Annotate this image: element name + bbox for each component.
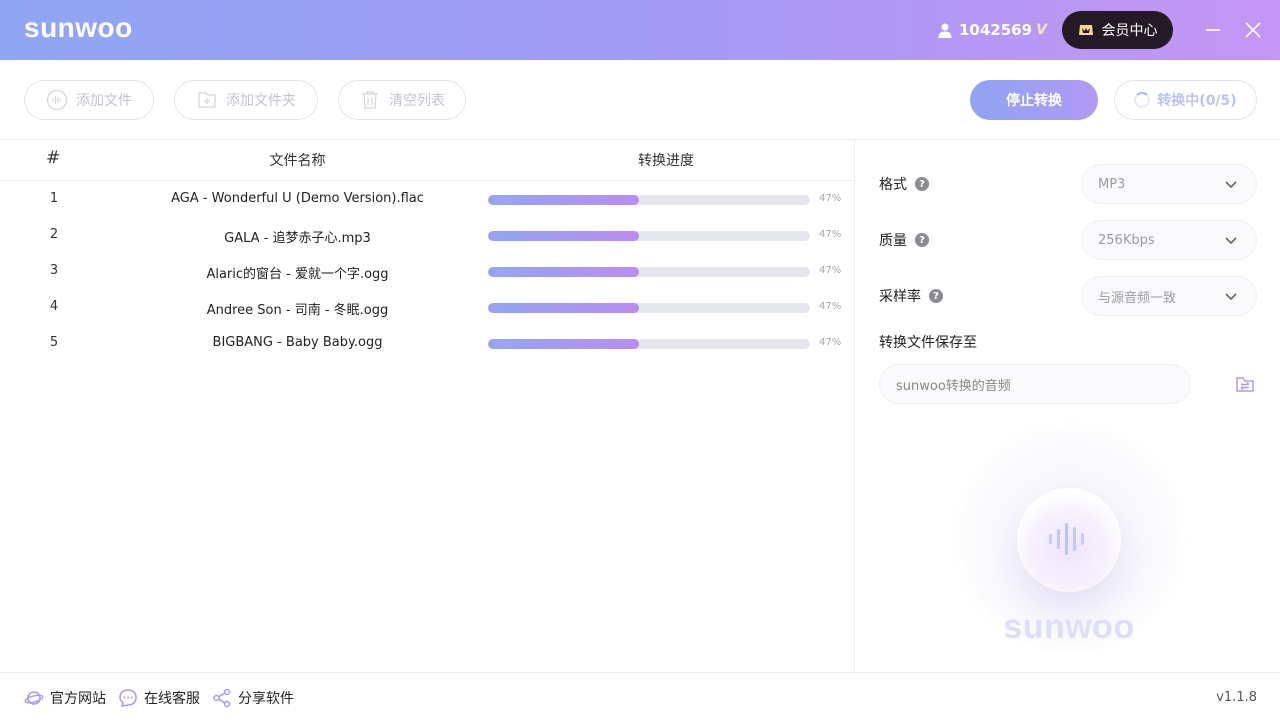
user-id: 1042569	[959, 21, 1033, 39]
progress-fill	[488, 195, 640, 205]
crown-icon	[1078, 25, 1093, 35]
table-row[interactable]: 2 GALA - 追梦赤子心.mp3 47%	[0, 217, 854, 253]
close-button[interactable]	[1241, 18, 1265, 42]
progress-bar	[488, 267, 810, 277]
column-header-index: #	[46, 148, 61, 168]
chevron-down-icon	[1225, 293, 1237, 301]
convert-status-label: 转换中(0/5)	[1157, 93, 1237, 109]
table-row[interactable]: 4 Andree Son - 司南 - 冬眠.ogg 47%	[0, 289, 854, 325]
progress-fill	[488, 339, 640, 349]
help-icon[interactable]: ?	[915, 233, 929, 247]
add-file-button[interactable]: 添加文件	[24, 80, 154, 120]
minimize-button[interactable]	[1201, 18, 1225, 42]
progress-bar	[488, 303, 810, 313]
add-file-label: 添加文件	[76, 93, 132, 109]
close-icon	[1245, 22, 1261, 38]
progress-bar	[488, 195, 810, 205]
save-path-value: sunwoo转换的音频	[896, 378, 1011, 394]
add-folder-icon	[198, 92, 216, 108]
progress-percent: 47%	[819, 301, 842, 312]
convert-status-button[interactable]: 转换中(0/5)	[1114, 80, 1257, 120]
file-name: Andree Son - 司南 - 冬眠.ogg	[206, 303, 389, 318]
help-icon[interactable]: ?	[929, 289, 943, 303]
chevron-down-icon	[1225, 237, 1237, 245]
samplerate-select[interactable]: 与源音频一致	[1081, 276, 1257, 316]
add-file-icon	[46, 89, 68, 111]
quality-value: 256Kbps	[1098, 232, 1155, 248]
progress-percent: 47%	[819, 265, 842, 276]
share-link[interactable]: 分享软件	[212, 688, 294, 708]
help-icon[interactable]: ?	[915, 177, 929, 191]
version-label: v1.1.8	[1216, 690, 1257, 705]
app-logo: sunwoo	[24, 12, 133, 43]
save-to-label: 转换文件保存至	[879, 335, 977, 351]
online-service-label: 在线客服	[144, 691, 200, 707]
user-info[interactable]: 1042569 V	[938, 20, 1047, 40]
sound-wave-icon	[1049, 523, 1084, 555]
share-label: 分享软件	[238, 691, 294, 707]
samplerate-label: 采样率 ?	[879, 286, 943, 306]
stop-convert-button[interactable]: 停止转换	[970, 80, 1098, 120]
row-index: 2	[49, 227, 59, 242]
user-icon	[938, 23, 952, 38]
column-header-progress: 转换进度	[638, 153, 694, 169]
toolbar-divider	[0, 139, 1280, 140]
change-folder-icon[interactable]	[1233, 372, 1257, 396]
panel-divider	[854, 140, 855, 672]
samplerate-label-text: 采样率	[879, 289, 921, 305]
save-path-field[interactable]: sunwoo转换的音频	[879, 364, 1191, 404]
quality-label: 质量 ?	[879, 230, 929, 250]
share-icon	[213, 688, 231, 708]
table-row[interactable]: 3 Alaric的窗台 - 爱就一个字.ogg 47%	[0, 253, 854, 289]
row-index: 1	[49, 191, 59, 206]
spinner-icon	[1134, 92, 1151, 108]
progress-bar	[488, 339, 810, 349]
add-folder-label: 添加文件夹	[226, 93, 296, 109]
file-name: GALA - 追梦赤子心.mp3	[224, 231, 371, 246]
progress-fill	[488, 303, 640, 313]
chat-icon	[119, 689, 137, 707]
table-row[interactable]: 5 BIGBANG - Baby Baby.ogg 47%	[0, 325, 854, 361]
online-service-link[interactable]: 在线客服	[118, 688, 200, 708]
add-folder-button[interactable]: 添加文件夹	[174, 80, 318, 120]
format-label: 格式 ?	[879, 174, 929, 194]
progress-fill	[488, 231, 640, 241]
progress-bar	[488, 231, 810, 241]
vip-mark: V	[1036, 22, 1047, 38]
planet-icon	[24, 691, 44, 705]
vip-center-button[interactable]: 会员中心	[1062, 11, 1173, 49]
format-value: MP3	[1098, 176, 1126, 192]
decoration-logo: sunwoo	[1003, 608, 1135, 646]
column-header-name: 文件名称	[269, 153, 326, 169]
vip-center-label: 会员中心	[1101, 23, 1158, 39]
file-name: BIGBANG - Baby Baby.ogg	[212, 335, 383, 350]
title-bar: sunwoo 1042569 V 会员中心	[0, 0, 1280, 60]
clear-list-label: 清空列表	[389, 93, 445, 109]
samplerate-value: 与源音频一致	[1098, 290, 1177, 306]
format-label-text: 格式	[879, 177, 907, 193]
official-site-link[interactable]: 官方网站	[24, 688, 106, 708]
file-name: AGA - Wonderful U (Demo Version).flac	[171, 191, 424, 206]
table-row[interactable]: 1 AGA - Wonderful U (Demo Version).flac …	[0, 181, 854, 217]
footer-divider	[0, 672, 1280, 673]
row-index: 5	[49, 335, 59, 350]
chevron-down-icon	[1225, 181, 1237, 189]
trash-icon	[362, 91, 378, 109]
progress-fill	[488, 267, 640, 277]
quality-label-text: 质量	[879, 233, 907, 249]
format-select[interactable]: MP3	[1081, 164, 1257, 204]
row-index: 4	[49, 299, 59, 314]
progress-percent: 47%	[819, 337, 842, 348]
official-site-label: 官方网站	[50, 691, 106, 707]
quality-select[interactable]: 256Kbps	[1081, 220, 1257, 260]
stop-convert-label: 停止转换	[1006, 93, 1062, 109]
clear-list-button[interactable]: 清空列表	[338, 80, 466, 120]
row-index: 3	[49, 263, 59, 278]
file-name: Alaric的窗台 - 爱就一个字.ogg	[206, 267, 389, 282]
progress-percent: 47%	[819, 229, 842, 240]
minimize-icon	[1206, 29, 1220, 31]
progress-percent: 47%	[819, 193, 842, 204]
